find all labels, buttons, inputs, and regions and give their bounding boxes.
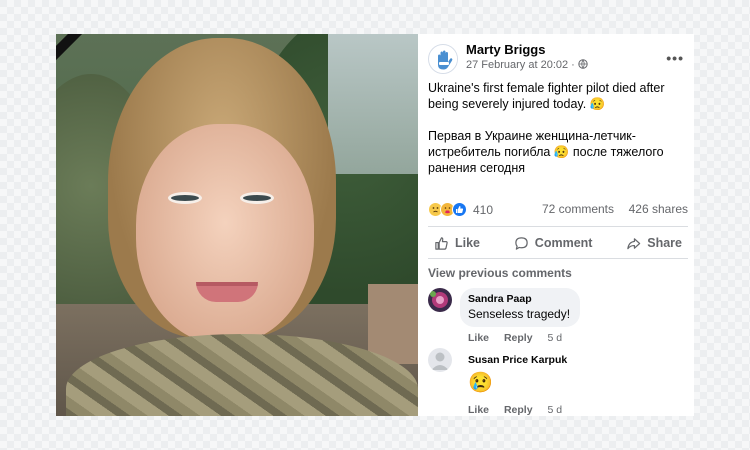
comment-button[interactable]: Comment [508,232,599,254]
share-button[interactable]: Share [620,232,688,254]
commenter-avatar[interactable] [428,348,452,372]
share-label: Share [647,236,682,250]
photo-pillar [368,284,418,364]
like-label: Like [455,236,481,250]
post-text-english: Ukraine's first female fighter pilot die… [428,81,665,111]
share-arrow-icon [627,237,641,249]
comment-meta: Like Reply 5 d [468,404,574,416]
post-photo[interactable] [56,34,418,416]
post-text: Ukraine's first female fighter pilot die… [428,80,686,192]
more-options-icon[interactable]: ••• [666,50,684,66]
photo-eye [168,192,202,204]
thumbs-up-icon [435,236,448,250]
divider [428,226,688,227]
photo-sky [328,34,418,174]
reactions-count: 410 [473,202,494,217]
author-name[interactable]: Marty Briggs [466,42,545,57]
comment-text: Senseless tragedy! [468,307,571,321]
mourning-ribbon [56,34,137,65]
post-text-russian: Первая в Украине женщина-летчик-истребит… [428,129,664,175]
flower-avatar-icon [428,288,452,312]
post-time-text: 27 February at 20:02 · [466,59,575,71]
reactions-summary[interactable]: 410 [428,202,493,217]
default-avatar-icon [428,348,452,372]
comment-reply-button[interactable]: Reply [504,404,533,416]
commenter-avatar[interactable] [428,288,452,312]
divider [428,258,688,259]
comment-like-button[interactable]: Like [468,404,489,416]
comment-like-button[interactable]: Like [468,332,489,344]
comments-count[interactable]: 72 comments [542,202,614,216]
hand-logo-icon [430,46,457,73]
post-header: Marty Briggs 27 February at 20:02 · ••• [428,42,684,74]
comment-emoji: 😢 [468,372,493,394]
post-actions: Like Comment Share [428,232,688,254]
globe-icon [578,59,588,69]
post-timestamp[interactable]: 27 February at 20:02 · [466,59,588,71]
shares-count[interactable]: 426 shares [629,202,688,216]
comment-reply-button[interactable]: Reply [504,332,533,344]
comment-label: Comment [534,236,593,250]
commenter-name[interactable]: Sandra Paap [468,293,570,305]
photo-face [136,124,314,344]
like-reaction-icon [452,202,467,217]
comment-icon [515,236,528,250]
post-stats: 410 72 comments 426 shares [428,202,688,220]
comment-bubble: Sandra Paap Senseless tragedy! [460,288,581,327]
comment-time[interactable]: 5 d [547,404,562,416]
like-button[interactable]: Like [428,232,486,254]
comment-meta: Like Reply 5 d [468,332,574,344]
view-previous-comments-link[interactable]: View previous comments [428,266,572,280]
photo-eye [240,192,274,204]
post-sidebar: Marty Briggs 27 February at 20:02 · ••• … [418,34,694,416]
commenter-name[interactable]: Susan Price Karpuk [468,354,567,366]
facebook-post: Marty Briggs 27 February at 20:02 · ••• … [56,34,694,416]
comment-time[interactable]: 5 d [547,332,562,344]
author-avatar[interactable] [428,44,458,74]
